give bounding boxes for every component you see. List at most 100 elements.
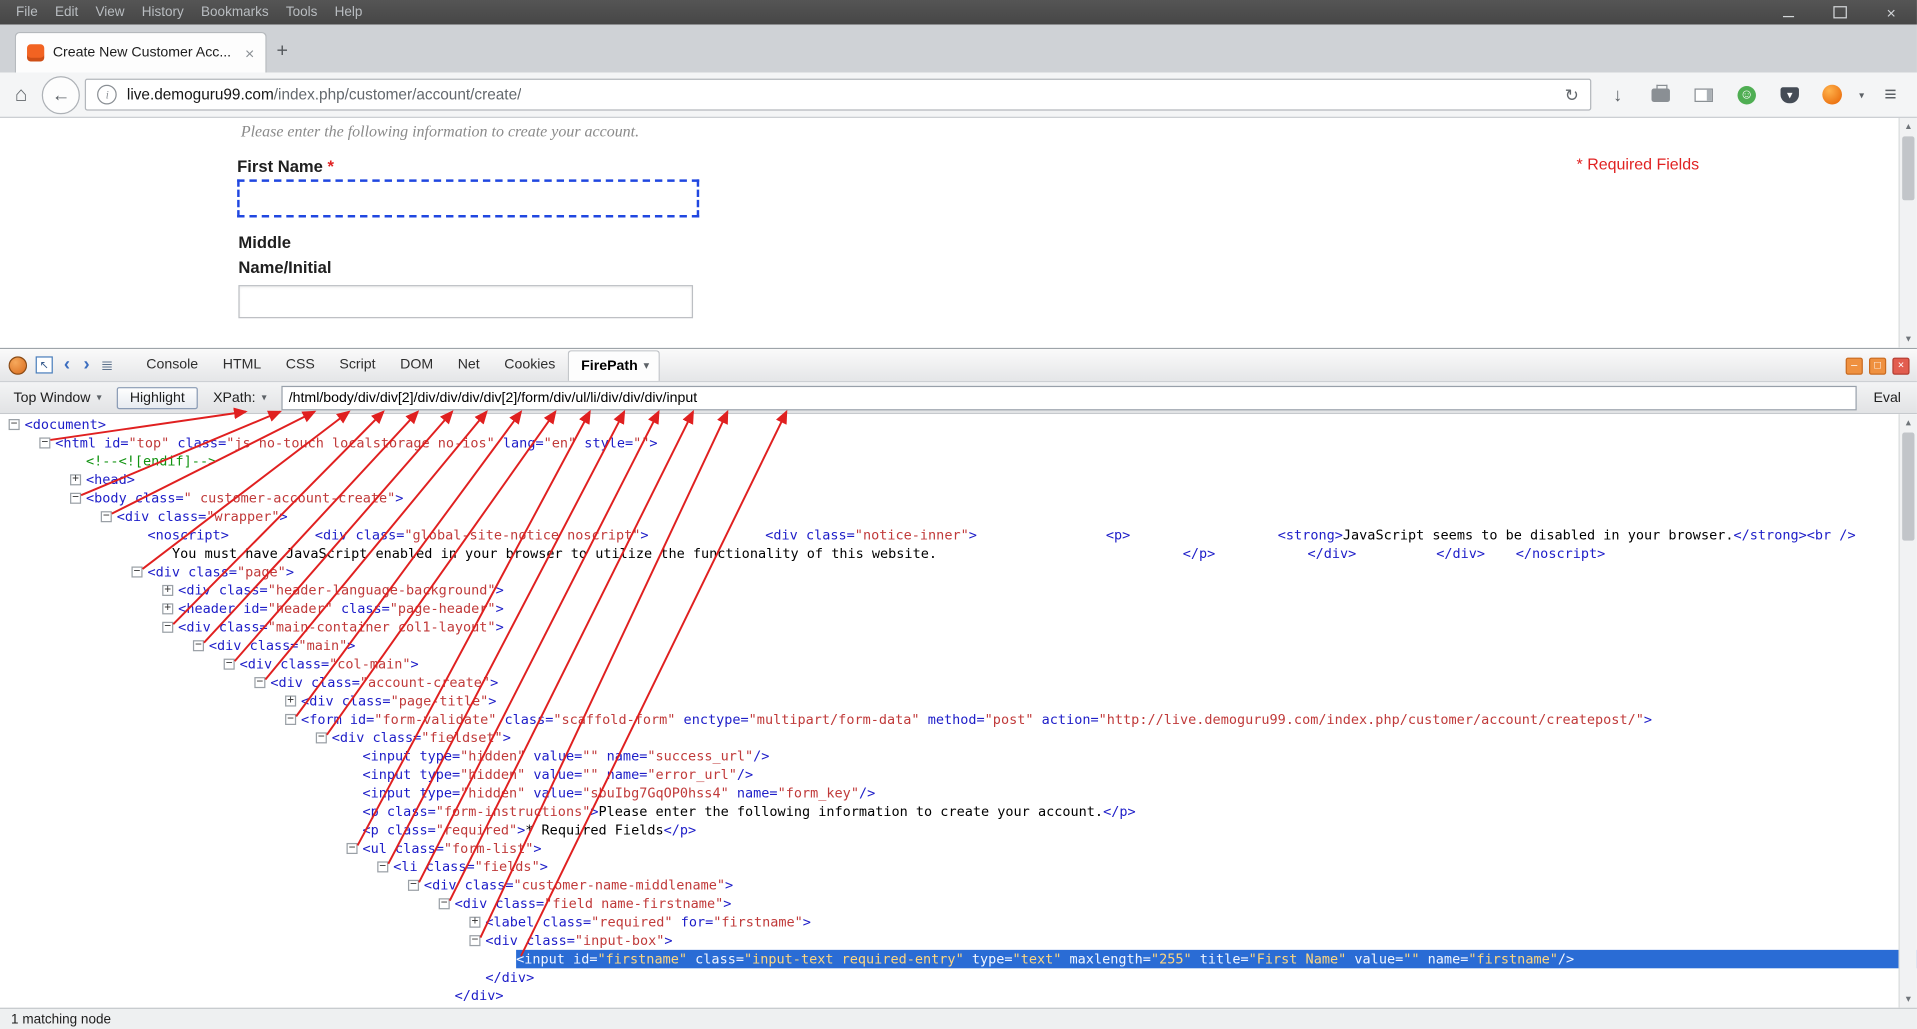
tree-node[interactable]: </div> — [0, 987, 1917, 1005]
tree-node[interactable]: −<li class="fields"> — [0, 858, 1917, 876]
url-text[interactable]: live.demoguru99.com/index.php/customer/a… — [127, 86, 521, 103]
tree-node[interactable]: <input type="hidden" value="" name="succ… — [0, 747, 1917, 765]
collapse-icon[interactable]: − — [285, 714, 296, 725]
xpath-mode-dropdown[interactable]: XPath:▾ — [208, 388, 271, 408]
page-scrollbar[interactable]: ▲ ▼ — [1898, 118, 1916, 348]
feedback-smiley-icon[interactable]: ☺ — [1730, 85, 1763, 103]
collapse-icon[interactable]: − — [9, 419, 20, 430]
collapse-icon[interactable]: − — [39, 437, 50, 448]
tree-node[interactable]: </div> — [0, 968, 1917, 986]
toolbox-icon[interactable] — [1644, 88, 1677, 102]
expand-icon[interactable]: + — [162, 585, 173, 596]
tab-close-icon[interactable]: × — [245, 45, 254, 61]
tree-node[interactable]: −<ul class="form-list"> — [0, 839, 1917, 857]
collapse-icon[interactable]: − — [101, 511, 112, 522]
tree-scrollbar-thumb[interactable] — [1902, 433, 1914, 541]
collapse-icon[interactable]: − — [254, 677, 265, 688]
tree-node[interactable]: −<body class=" customer-account-create"> — [0, 489, 1917, 507]
scroll-down-icon[interactable]: ▼ — [1900, 331, 1917, 348]
download-icon[interactable]: ↓ — [1601, 84, 1634, 105]
firebug-icon[interactable] — [9, 356, 27, 374]
tree-node-selected[interactable]: <input id="firstname" class="input-text … — [0, 950, 1917, 968]
tree-node[interactable]: You must have JavaScript enabled in your… — [0, 544, 1917, 562]
new-tab-button[interactable]: + — [267, 41, 298, 73]
expand-icon[interactable]: + — [70, 474, 81, 485]
tree-node[interactable]: −<div class="field name-firstname"> — [0, 895, 1917, 913]
menu-history[interactable]: History — [133, 0, 192, 25]
collapse-icon[interactable]: − — [193, 640, 204, 651]
history-back-icon[interactable]: ‹ — [61, 356, 72, 373]
firebug-minimize-icon[interactable]: – — [1846, 358, 1863, 375]
firebug-tab-script[interactable]: Script — [327, 351, 388, 378]
expand-icon[interactable]: + — [162, 603, 173, 614]
tree-node[interactable]: −<div class="col-main"> — [0, 655, 1917, 673]
tree-node[interactable]: −<div class="account-create"> — [0, 673, 1917, 691]
collapse-icon[interactable]: − — [224, 659, 235, 670]
url-bar[interactable]: i live.demoguru99.com/index.php/customer… — [85, 79, 1591, 111]
firebug-tab-html[interactable]: HTML — [210, 351, 273, 378]
firebug-tab-cookies[interactable]: Cookies — [492, 351, 568, 378]
collapse-icon[interactable]: − — [469, 935, 480, 946]
collapse-icon[interactable]: − — [408, 880, 419, 891]
panels-icon[interactable] — [1687, 88, 1720, 102]
expand-icon[interactable]: + — [469, 917, 480, 928]
tree-node[interactable]: −<div class="fieldset"> — [0, 729, 1917, 747]
firebug-detach-icon[interactable]: □ — [1869, 358, 1886, 375]
tree-node[interactable]: <p class="required">* Required Fields</p… — [0, 821, 1917, 839]
tree-node[interactable]: −<document> — [0, 415, 1917, 433]
reload-icon[interactable]: ↻ — [1565, 84, 1579, 105]
browser-tab[interactable]: Create New Customer Acc... × — [15, 32, 267, 73]
menu-help[interactable]: Help — [326, 0, 371, 25]
menu-edit[interactable]: Edit — [46, 0, 87, 25]
firebug-close-icon[interactable]: × — [1892, 358, 1909, 375]
collapse-icon[interactable]: − — [70, 493, 81, 504]
scroll-down-icon[interactable]: ▼ — [1900, 990, 1917, 1007]
maximize-button[interactable] — [1814, 0, 1866, 25]
tree-node[interactable]: −<div class="main-container col1-layout"… — [0, 618, 1917, 636]
menu-file[interactable]: File — [7, 0, 46, 25]
collapse-icon[interactable]: − — [377, 861, 388, 872]
inspect-element-icon[interactable]: ↖ — [36, 356, 53, 373]
tree-node[interactable]: −<form id="form-validate" class="scaffol… — [0, 710, 1917, 728]
tree-node[interactable]: −<html id="top" class="js no-touch local… — [0, 434, 1917, 452]
firebug-tab-dom[interactable]: DOM — [388, 351, 446, 378]
collapse-icon[interactable]: − — [439, 898, 450, 909]
tree-node[interactable]: <p class="form-instructions">Please ente… — [0, 802, 1917, 820]
site-info-icon[interactable]: i — [97, 85, 117, 105]
first-name-input[interactable] — [237, 179, 699, 217]
collapse-icon[interactable]: − — [131, 566, 142, 577]
firebug-tab-console[interactable]: Console — [134, 351, 210, 378]
tree-node[interactable]: −<div class="customer-name-middlename"> — [0, 876, 1917, 894]
tree-node[interactable]: +<div class="page-title"> — [0, 692, 1917, 710]
tree-node[interactable]: +<label class="required" for="firstname"… — [0, 913, 1917, 931]
tree-node[interactable]: −<div class="wrapper"> — [0, 507, 1917, 525]
firebug-tab-css[interactable]: CSS — [274, 351, 328, 378]
back-button[interactable]: ← — [42, 76, 80, 114]
tree-node[interactable]: <input type="hidden" value="sbuIbg7GqOP0… — [0, 784, 1917, 802]
eval-button[interactable]: Eval — [1866, 388, 1908, 408]
home-icon[interactable]: ⌂ — [10, 82, 32, 107]
tree-node[interactable]: +<header id="header" class="page-header"… — [0, 600, 1917, 618]
pocket-icon[interactable]: ▾ — [1773, 87, 1806, 103]
tree-node[interactable]: −<div class="input-box"> — [0, 931, 1917, 949]
page-scrollbar-thumb[interactable] — [1902, 136, 1914, 200]
collapse-icon[interactable]: − — [162, 622, 173, 633]
expand-icon[interactable]: + — [285, 696, 296, 707]
tree-node[interactable]: −<div class="main"> — [0, 637, 1917, 655]
tree-scrollbar[interactable]: ▲ ▼ — [1898, 414, 1916, 1008]
minimize-button[interactable] — [1762, 0, 1814, 25]
tree-node[interactable]: +<head> — [0, 471, 1917, 489]
history-forward-icon[interactable]: › — [81, 356, 92, 373]
tree-node[interactable]: <noscript><div class="global-site-notice… — [0, 526, 1917, 544]
tree-node[interactable]: <!--<![endif]--> — [0, 452, 1917, 470]
firefox-account-icon[interactable] — [1816, 85, 1849, 105]
scroll-up-icon[interactable]: ▲ — [1900, 414, 1917, 431]
scroll-up-icon[interactable]: ▲ — [1900, 118, 1917, 135]
xpath-input[interactable] — [281, 385, 1856, 410]
tree-node[interactable]: −<div class="page"> — [0, 563, 1917, 581]
dropdown-caret-icon[interactable]: ▾ — [1859, 89, 1864, 100]
highlight-button[interactable]: Highlight — [116, 386, 198, 408]
middle-name-input[interactable] — [238, 285, 693, 318]
menu-icon[interactable]: ≡ — [1874, 82, 1907, 107]
menu-view[interactable]: View — [87, 0, 133, 25]
